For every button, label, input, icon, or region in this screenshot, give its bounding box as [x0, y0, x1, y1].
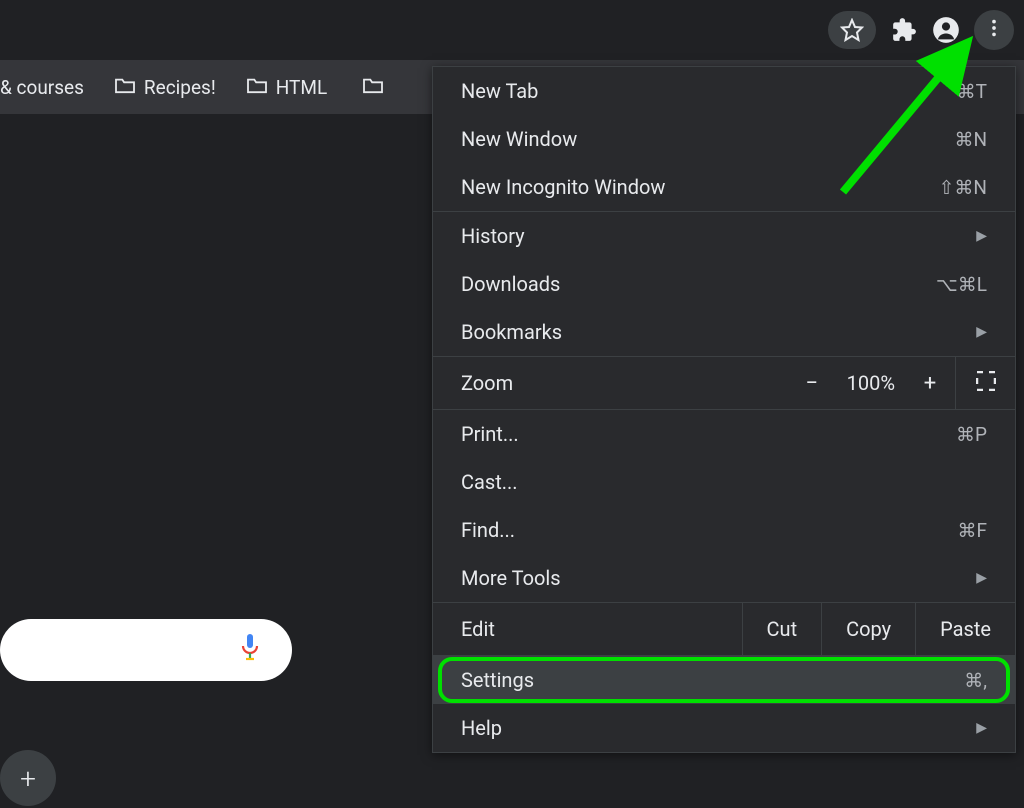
edit-label: Edit: [433, 603, 742, 655]
star-icon: [838, 16, 866, 44]
menu-shortcut: ⌥⌘L: [936, 273, 987, 296]
menu-item-bookmarks[interactable]: Bookmarks ▶: [433, 308, 1015, 356]
menu-label: Help: [461, 716, 976, 740]
menu-label: Find...: [461, 518, 957, 542]
menu-item-downloads[interactable]: Downloads ⌥⌘L: [433, 260, 1015, 308]
fullscreen-button[interactable]: [955, 357, 1015, 409]
menu-item-more-tools[interactable]: More Tools ▶: [433, 554, 1015, 602]
bookmark-overflow[interactable]: [362, 76, 384, 99]
bookmark-label: Recipes!: [144, 76, 216, 99]
browser-toolbar: [0, 0, 1024, 60]
menu-shortcut: ⌘F: [957, 519, 987, 542]
zoom-value: 100%: [837, 371, 905, 395]
chevron-right-icon: ▶: [976, 720, 987, 736]
menu-label: New Incognito Window: [461, 175, 939, 199]
edit-cut-button[interactable]: Cut: [742, 603, 822, 655]
menu-item-new-incognito[interactable]: New Incognito Window ⇧⌘N: [433, 163, 1015, 211]
menu-item-history[interactable]: History ▶: [433, 212, 1015, 260]
menu-item-edit: Edit Cut Copy Paste: [433, 602, 1015, 656]
plus-icon: +: [20, 762, 36, 795]
bookmark-item[interactable]: HTML: [246, 76, 327, 99]
menu-label: Bookmarks: [461, 320, 976, 344]
vertical-dots-icon: [983, 17, 1005, 43]
menu-shortcut: ⌘N: [954, 128, 987, 151]
bookmark-item[interactable]: Recipes!: [114, 76, 216, 99]
microphone-icon[interactable]: [238, 632, 262, 668]
menu-item-cast[interactable]: Cast...: [433, 458, 1015, 506]
menu-label: Print...: [461, 422, 956, 446]
more-menu-button[interactable]: [974, 10, 1014, 50]
zoom-out-button[interactable]: −: [787, 371, 837, 396]
bookmark-item[interactable]: & courses: [0, 76, 84, 99]
menu-label: Downloads: [461, 272, 936, 296]
profile-icon[interactable]: [932, 16, 960, 44]
menu-item-new-tab[interactable]: New Tab ⌘T: [433, 67, 1015, 115]
menu-item-zoom: Zoom − 100% +: [433, 357, 1015, 410]
chevron-right-icon: ▶: [976, 228, 987, 244]
menu-item-new-window[interactable]: New Window ⌘N: [433, 115, 1015, 163]
folder-icon: [362, 76, 384, 99]
menu-shortcut: ⌘,: [964, 669, 987, 692]
menu-item-find[interactable]: Find... ⌘F: [433, 506, 1015, 554]
search-box[interactable]: [0, 619, 292, 681]
menu-shortcut: ⇧⌘N: [939, 176, 987, 199]
zoom-in-button[interactable]: +: [905, 371, 955, 396]
edit-paste-button[interactable]: Paste: [915, 603, 1015, 655]
folder-icon: [114, 76, 136, 99]
menu-item-help[interactable]: Help ▶: [433, 704, 1015, 752]
menu-item-print[interactable]: Print... ⌘P: [433, 410, 1015, 458]
menu-label: New Window: [461, 127, 954, 151]
menu-item-settings[interactable]: Settings ⌘,: [433, 656, 1015, 704]
fullscreen-icon: [976, 371, 996, 396]
chrome-main-menu: New Tab ⌘T New Window ⌘N New Incognito W…: [432, 66, 1016, 753]
extensions-icon[interactable]: [890, 16, 918, 44]
bookmark-star-button[interactable]: [828, 11, 876, 49]
edit-copy-button[interactable]: Copy: [821, 603, 915, 655]
menu-shortcut: ⌘P: [956, 423, 987, 446]
bookmark-label: HTML: [276, 76, 327, 99]
menu-label: More Tools: [461, 566, 976, 590]
bookmark-label: & courses: [0, 76, 84, 99]
zoom-label: Zoom: [433, 357, 787, 409]
folder-icon: [246, 76, 268, 99]
chevron-right-icon: ▶: [976, 570, 987, 586]
menu-label: New Tab: [461, 79, 957, 103]
menu-label: Cast...: [461, 470, 987, 494]
menu-shortcut: ⌘T: [957, 80, 987, 103]
add-shortcut-button[interactable]: +: [0, 750, 56, 806]
chevron-right-icon: ▶: [976, 324, 987, 340]
menu-label: Settings: [461, 668, 964, 692]
menu-label: History: [461, 224, 976, 248]
